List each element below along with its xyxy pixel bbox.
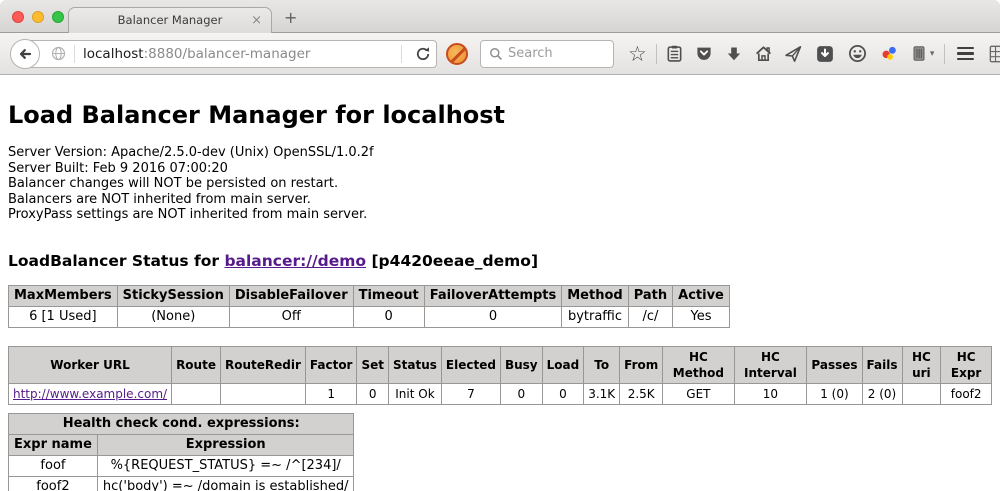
pocket-icon: [695, 45, 713, 62]
balancer-header-row: MaxMembers StickySession DisableFailover…: [9, 285, 730, 306]
status-heading-suffix: [p4420eeae_demo]: [366, 252, 538, 270]
health-check-table: Health check cond. expressions: Expr nam…: [8, 413, 354, 491]
balancer-table: MaxMembers StickySession DisableFailover…: [8, 285, 730, 328]
notice-inherit: Balancers are NOT inherited from main se…: [8, 192, 992, 208]
downloads-button[interactable]: [726, 46, 742, 62]
tab-close-icon[interactable]: ×: [251, 8, 262, 33]
globe-icon: [51, 46, 66, 61]
worker-table: Worker URL Route RouteRedir Factor Set S…: [8, 346, 992, 405]
clipboard-icon: [666, 45, 683, 62]
status-heading-prefix: LoadBalancer Status for: [8, 252, 224, 270]
back-button[interactable]: [10, 39, 40, 69]
zoom-window-button[interactable]: [52, 11, 64, 23]
col-timeout: Timeout: [353, 285, 424, 306]
server-built: Server Built: Feb 9 2016 07:00:20: [8, 161, 992, 177]
container-dropdown[interactable]: ▾: [930, 49, 935, 59]
health-data-row: foof2 hc('body') =~ /domain is establish…: [9, 476, 354, 491]
tab-bar: Balancer Manager × +: [0, 0, 1000, 33]
url-text: localhost:8880/balancer-manager: [83, 46, 310, 62]
health-data-row: foof %{REQUEST_STATUS} =~ /^[234]/: [9, 455, 354, 476]
paper-plane-icon: [784, 45, 802, 63]
menu-button[interactable]: [957, 47, 974, 61]
reload-button[interactable]: [410, 46, 436, 62]
container-icon: [911, 45, 927, 62]
status-heading: LoadBalancer Status for balancer://demo …: [8, 252, 992, 270]
back-arrow-icon: [17, 46, 33, 62]
server-version: Server Version: Apache/2.5.0-dev (Unix) …: [8, 145, 992, 161]
home-button[interactable]: [755, 45, 772, 62]
worker-header-row: Worker URL Route RouteRedir Factor Set S…: [9, 346, 992, 383]
minimize-window-button[interactable]: [32, 11, 44, 23]
worker-url-link[interactable]: http://www.example.com/: [13, 387, 167, 401]
urlbar-divider-2: [401, 45, 402, 63]
health-title-row: Health check cond. expressions:: [9, 413, 354, 434]
square-download-icon: [816, 45, 834, 63]
notice-persist: Balancer changes will NOT be persisted o…: [8, 176, 992, 192]
search-bar[interactable]: [480, 40, 614, 68]
urlbar-divider: [74, 45, 75, 63]
col-active: Active: [673, 285, 730, 306]
balancer-link[interactable]: balancer://demo: [224, 252, 366, 270]
server-info: Server Version: Apache/2.5.0-dev (Unix) …: [8, 145, 992, 223]
close-window-button[interactable]: [12, 11, 24, 23]
toolbar-separator-2: [944, 44, 945, 64]
health-table-title: Health check cond. expressions:: [9, 413, 354, 434]
toolbar-separator: [656, 44, 657, 64]
page-content: Load Balancer Manager for localhost Serv…: [0, 75, 1000, 491]
col-maxmembers: MaxMembers: [9, 285, 118, 306]
reload-icon: [415, 46, 431, 62]
tab-title: Balancer Manager: [118, 13, 223, 27]
extension-dots-button[interactable]: [880, 45, 898, 62]
browser-window: Balancer Manager × + localhost:8880/bala…: [0, 0, 1000, 491]
send-tab-button[interactable]: [784, 45, 802, 63]
chevron-down-icon: ▾: [930, 49, 935, 59]
notice-proxypass: ProxyPass settings are NOT inherited fro…: [8, 207, 992, 223]
home-icon: [755, 45, 772, 62]
url-host: localhost: [83, 46, 144, 62]
col-worker-url: Worker URL: [9, 346, 172, 383]
page-title: Load Balancer Manager for localhost: [8, 101, 992, 129]
window-controls: [12, 11, 64, 23]
grid-icon: [989, 45, 1000, 63]
col-expression: Expression: [97, 434, 354, 455]
download-arrow-icon: [726, 46, 742, 62]
col-failoverattempts: FailoverAttempts: [424, 285, 562, 306]
star-icon: ☆: [628, 44, 647, 64]
download-manager-button[interactable]: [816, 45, 834, 63]
bookmarks-menu-button[interactable]: [666, 45, 683, 62]
col-disablefailover: DisableFailover: [229, 285, 353, 306]
health-header-row: Expr name Expression: [9, 434, 354, 455]
feedback-button[interactable]: [848, 44, 867, 63]
smiley-icon: [848, 44, 867, 63]
col-stickysession: StickySession: [117, 285, 229, 306]
container-button[interactable]: [911, 45, 927, 62]
navigation-toolbar: localhost:8880/balancer-manager ☆: [0, 33, 1000, 75]
search-input[interactable]: [508, 46, 603, 61]
tab-balancer-manager[interactable]: Balancer Manager ×: [68, 7, 272, 33]
colored-dots-icon: [880, 45, 898, 62]
url-bar[interactable]: localhost:8880/balancer-manager: [25, 40, 437, 68]
col-path: Path: [628, 285, 672, 306]
flashblock-icon[interactable]: [446, 43, 468, 65]
balancer-data-row: 6 [1 Used] (None) Off 0 0 bytraffic /c/ …: [9, 306, 730, 327]
search-icon: [489, 47, 503, 61]
bookmark-star-button[interactable]: ☆: [628, 44, 647, 64]
hamburger-icon: [957, 47, 974, 50]
col-expr-name: Expr name: [9, 434, 98, 455]
url-path: :8880/balancer-manager: [144, 46, 311, 62]
worker-data-row: http://www.example.com/ 1 0 Init Ok 7 0 …: [9, 383, 992, 404]
tab-groups-button[interactable]: [989, 45, 1000, 63]
pocket-button[interactable]: [695, 45, 713, 62]
new-tab-button[interactable]: +: [284, 5, 297, 30]
col-method: Method: [562, 285, 628, 306]
